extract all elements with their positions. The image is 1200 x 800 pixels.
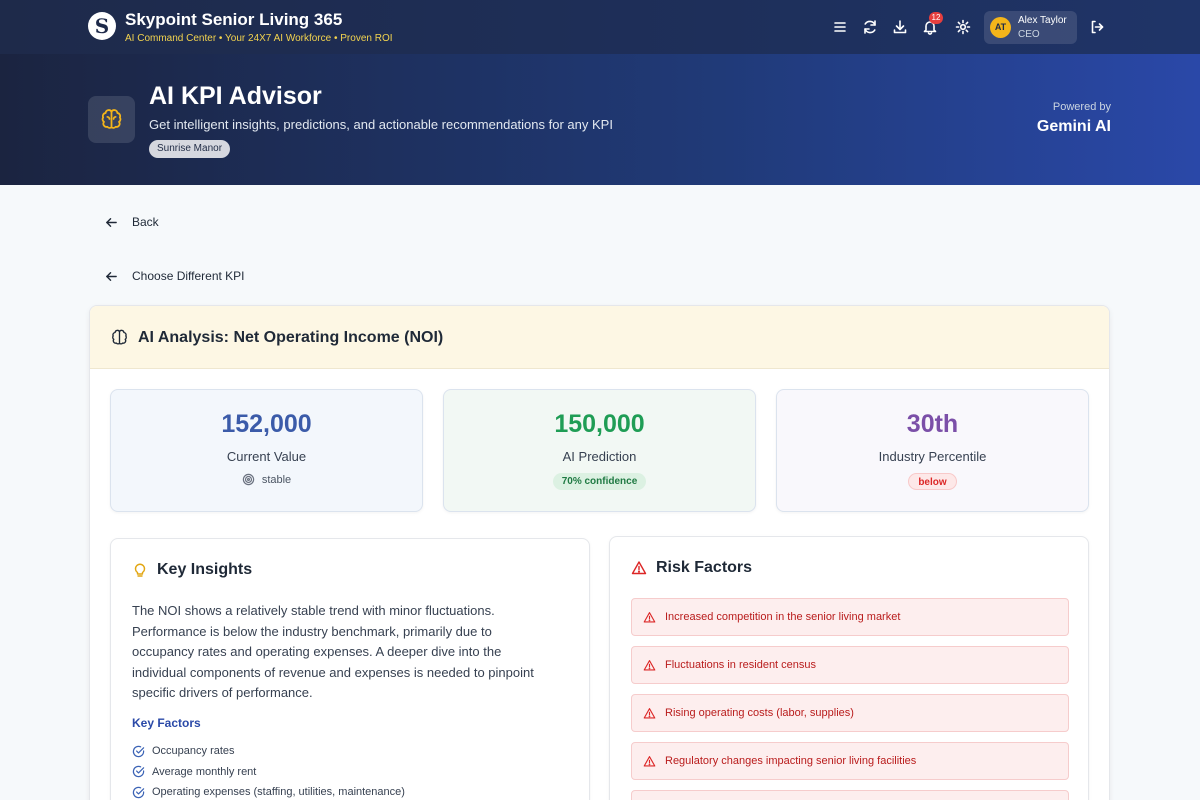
page-subtitle: Get intelligent insights, predictions, a…: [149, 117, 613, 132]
list-item: Fluctuations in resident census: [631, 646, 1069, 684]
analysis-header: AI Analysis: Net Operating Income (NOI): [90, 306, 1109, 369]
hero-banner: AI KPI Advisor Get intelligent insights,…: [0, 54, 1200, 185]
user-role: CEO: [1018, 29, 1040, 40]
choose-kpi-label: Choose Different KPI: [132, 269, 245, 283]
logout-icon[interactable]: [1088, 18, 1106, 36]
prediction-value: 150,000: [554, 410, 645, 438]
choose-kpi-button[interactable]: Choose Different KPI: [105, 267, 245, 285]
refresh-icon[interactable]: [861, 18, 879, 36]
download-icon[interactable]: [891, 18, 909, 36]
prediction-label: AI Prediction: [562, 449, 637, 464]
factor-label: Operating expenses (staffing, utilities,…: [152, 786, 405, 799]
stat-extra: below: [777, 473, 1088, 490]
powered-by-name: Gemini AI: [1036, 118, 1111, 135]
brand-title: Skypoint Senior Living 365: [125, 10, 343, 29]
percentile-value: 30th: [906, 410, 959, 438]
brand-subtitle: AI Command Center • Your 24X7 AI Workfor…: [125, 33, 393, 44]
stat-extra: 70% confidence: [444, 473, 755, 490]
risk-label: Increased competition in the senior livi…: [665, 611, 901, 623]
avatar: AT: [990, 17, 1011, 38]
trend-indicator: stable: [111, 473, 422, 486]
page-title: AI KPI Advisor: [149, 82, 322, 110]
key-factors-title: Key Factors: [132, 716, 201, 730]
analysis-title: AI Analysis: Net Operating Income (NOI): [138, 329, 444, 346]
factor-label: Occupancy rates: [152, 745, 235, 758]
risk-list: Increased competition in the senior livi…: [631, 598, 1069, 800]
back-label: Back: [132, 215, 159, 229]
trend-label: stable: [261, 473, 292, 486]
back-button[interactable]: Back: [105, 213, 159, 231]
key-factors-list: Occupancy rates Average monthly rent Ope…: [132, 741, 405, 800]
powered-by-label: Powered by: [1052, 101, 1111, 113]
brand-logo[interactable]: S: [88, 12, 116, 40]
gear-icon[interactable]: [954, 18, 972, 36]
warning-icon: [643, 755, 656, 767]
risk-label: Fluctuations in resident census: [665, 659, 817, 671]
target-icon: [242, 473, 255, 486]
arrow-left-icon: [106, 271, 117, 281]
ai-prediction-card: 150,000 AI Prediction 70% confidence: [443, 389, 756, 512]
key-insights-header: Key Insights: [132, 561, 252, 579]
risk-factors-header: Risk Factors: [631, 559, 752, 577]
warning-icon: [643, 707, 656, 719]
list-item: Average monthly rent: [132, 762, 405, 783]
industry-percentile-card: 30th Industry Percentile below: [776, 389, 1089, 512]
notification-badge: 12: [929, 12, 943, 24]
current-value-card: 152,000 Current Value stable: [110, 389, 423, 512]
check-circle-icon: [132, 786, 145, 798]
current-value-label: Current Value: [226, 449, 307, 464]
analysis-card: AI Analysis: Net Operating Income (NOI) …: [89, 305, 1110, 800]
list-item: [631, 790, 1069, 800]
list-item: Increased competition in the senior livi…: [631, 598, 1069, 636]
warning-icon: [643, 659, 656, 671]
brain-icon: [88, 96, 135, 143]
risk-factors-panel: Risk Factors Increased competition in th…: [609, 536, 1089, 800]
facility-badge: Sunrise Manor: [149, 140, 231, 158]
check-circle-icon: [132, 745, 145, 757]
warning-icon: [631, 561, 647, 575]
risk-label: Rising operating costs (labor, supplies): [665, 707, 854, 719]
user-menu[interactable]: AT Alex Taylor CEO: [984, 11, 1077, 44]
arrow-left-icon: [106, 217, 117, 227]
confidence-badge: 70% confidence: [552, 473, 647, 490]
factor-label: Average monthly rent: [152, 765, 257, 778]
list-item: Operating expenses (staffing, utilities,…: [132, 782, 405, 800]
menu-icon[interactable]: [831, 18, 849, 36]
list-item: Occupancy rates: [132, 741, 405, 762]
list-item: Regulatory changes impacting senior livi…: [631, 742, 1069, 780]
lightbulb-icon: [134, 563, 146, 577]
key-insights-panel: Key Insights The NOI shows a relatively …: [110, 538, 590, 800]
top-nav: S Skypoint Senior Living 365 AI Command …: [0, 0, 1200, 54]
list-item: Rising operating costs (labor, supplies): [631, 694, 1069, 732]
risk-factors-title: Risk Factors: [656, 559, 753, 576]
risk-label: Regulatory changes impacting senior livi…: [665, 755, 917, 767]
brain-icon: [112, 329, 127, 345]
current-value: 152,000: [221, 410, 312, 438]
check-circle-icon: [132, 766, 145, 778]
percentile-label: Industry Percentile: [878, 449, 987, 464]
key-insights-title: Key Insights: [157, 561, 253, 578]
user-name: Alex Taylor: [1018, 15, 1067, 26]
benchmark-badge: below: [908, 473, 957, 490]
warning-icon: [643, 611, 656, 623]
insight-text: The NOI shows a relatively stable trend …: [132, 603, 534, 700]
